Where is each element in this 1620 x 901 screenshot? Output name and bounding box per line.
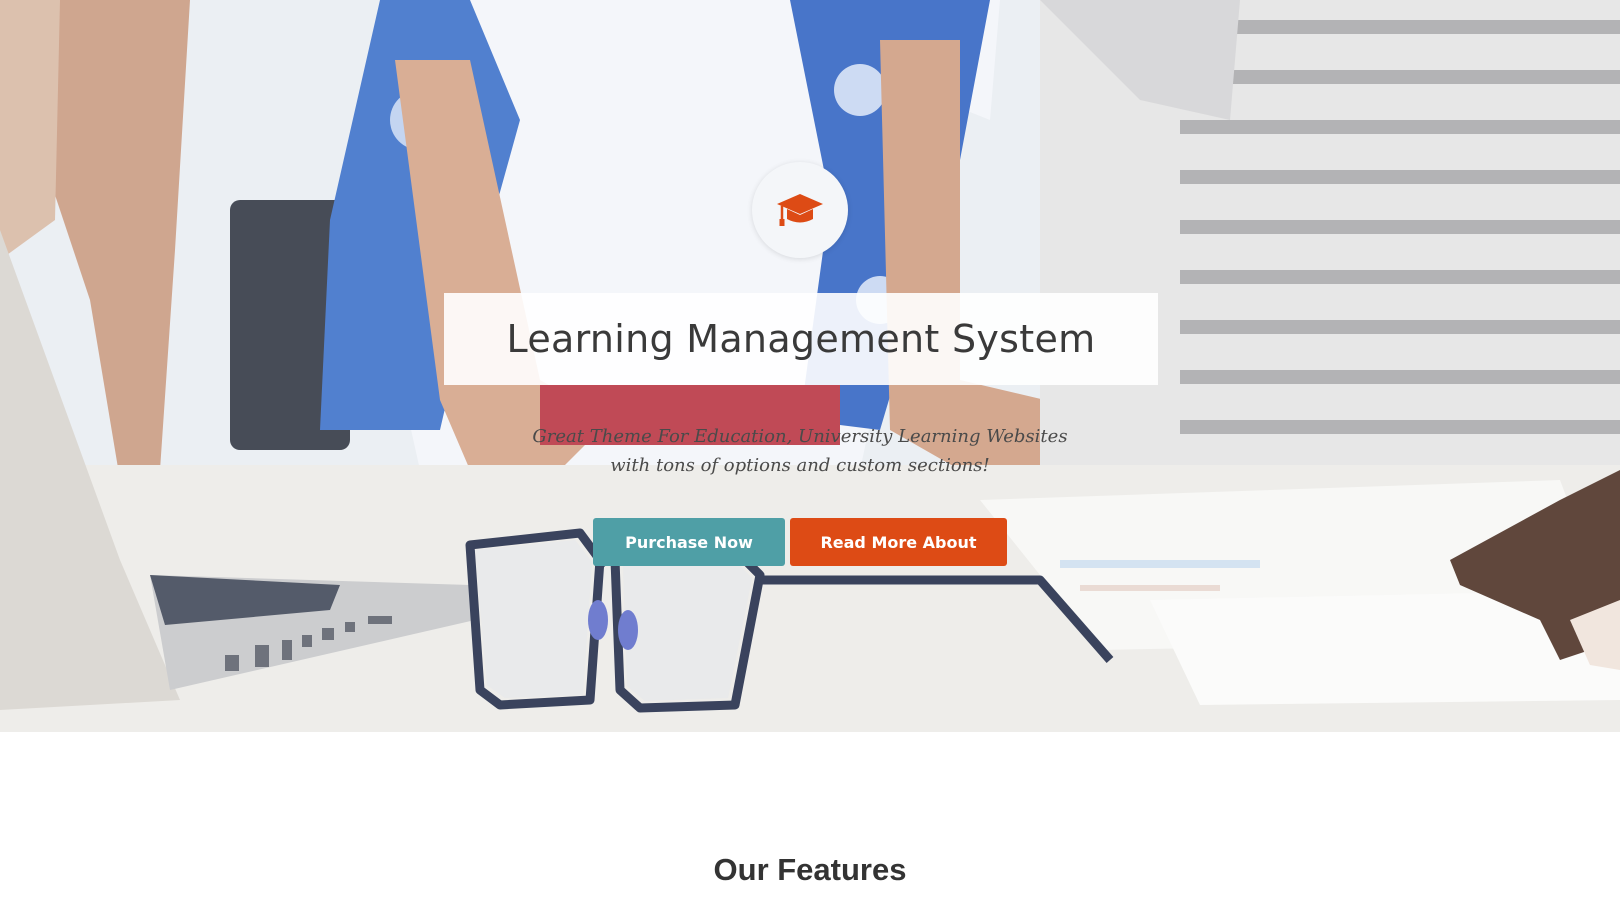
- purchase-now-button[interactable]: Purchase Now: [593, 518, 785, 566]
- graduation-cap-badge: [752, 162, 848, 258]
- hero-title: Learning Management System: [506, 317, 1096, 361]
- hero-section: Learning Management System Great Theme F…: [0, 0, 1620, 732]
- features-title: Our Features: [713, 852, 907, 887]
- hero-subtitle-line-2: with tons of options and custom sections…: [610, 455, 990, 476]
- hero-title-box: Learning Management System: [444, 293, 1158, 385]
- graduation-cap-icon: [777, 194, 823, 226]
- hero-subtitle-line-1: Great Theme For Education, University Le…: [532, 426, 1068, 447]
- read-more-button[interactable]: Read More About: [790, 518, 1007, 566]
- hero-subtitle: Great Theme For Education, University Le…: [450, 422, 1150, 480]
